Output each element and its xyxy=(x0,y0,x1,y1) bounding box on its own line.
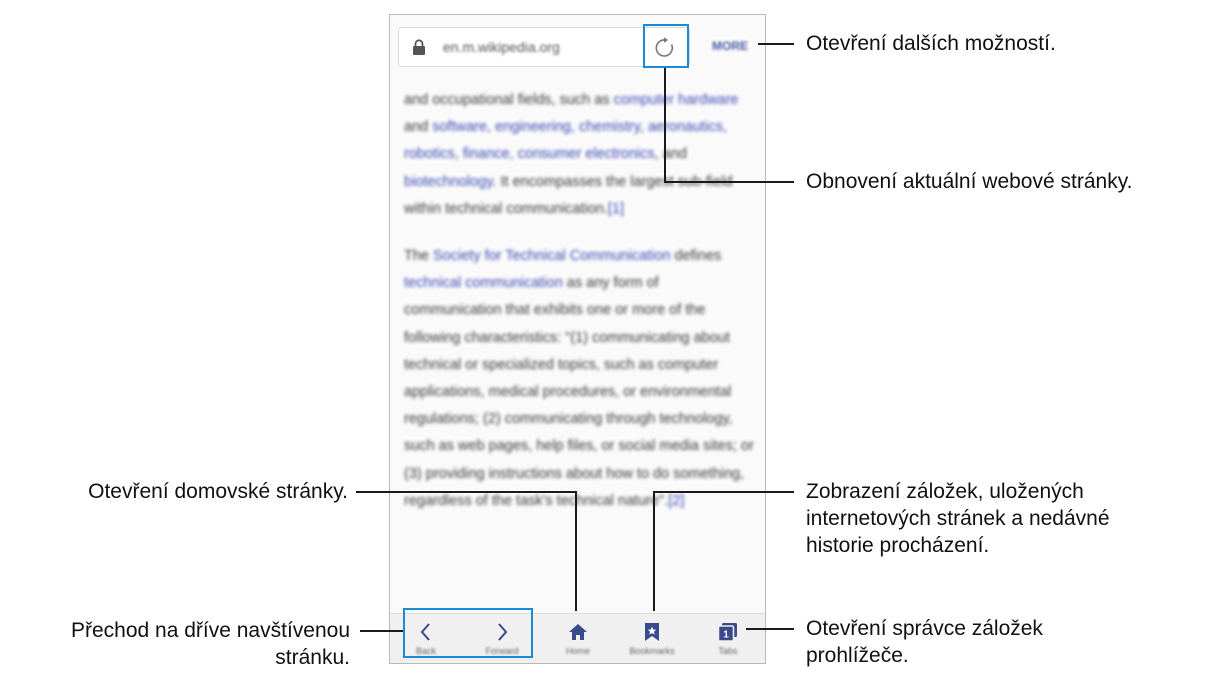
more-button[interactable]: MORE xyxy=(712,39,748,53)
tabs-callout-line xyxy=(746,628,794,630)
article-text: The xyxy=(404,248,434,265)
article-link[interactable]: computer hardware xyxy=(614,92,739,108)
callout-bookmarks-line3: historie procházení. xyxy=(806,534,990,557)
article-paragraph: The Society for Technical Communication … xyxy=(404,243,756,515)
article-link[interactable]: [2] xyxy=(668,493,684,509)
bookmark-icon xyxy=(645,623,659,641)
refresh-callout-line-v xyxy=(664,68,666,182)
url-text: en.m.wikipedia.org xyxy=(443,39,560,55)
callout-refresh: Obnovení aktuální webové stránky. xyxy=(806,170,1133,193)
bookmarks-callout-line-v xyxy=(653,491,655,611)
svg-text:1: 1 xyxy=(723,630,729,641)
callout-back-forward-line2: stránku. xyxy=(275,646,350,669)
article-text: and xyxy=(404,119,433,136)
article-text: as any form of communication that exhibi… xyxy=(404,275,754,509)
tabs-button[interactable]: 1 Tabs xyxy=(698,614,758,663)
home-callout-line-v xyxy=(575,491,577,611)
callout-bookmarks-line1: Zobrazení záložek, uložených xyxy=(806,480,1084,503)
back-forward-callout-line xyxy=(360,630,403,632)
callout-tabs: Otevření správce záložek prohlížeče. xyxy=(806,615,1043,669)
callout-tabs-line2: prohlížeče. xyxy=(806,644,909,667)
home-icon xyxy=(569,624,587,640)
refresh-callout-line-h xyxy=(664,181,794,183)
callout-bookmarks-line2: internetových stránek a nedávné xyxy=(806,507,1110,530)
callout-more: Otevření dalších možností. xyxy=(806,32,1056,55)
article-link[interactable]: consumer electronics xyxy=(518,146,655,162)
bookmarks-callout-line-h xyxy=(653,491,794,493)
article-paragraph: and occupational fields, such as compute… xyxy=(404,87,756,223)
back-forward-highlight xyxy=(403,608,533,658)
callout-bookmarks: Zobrazení záložek, uložených internetový… xyxy=(806,478,1110,559)
more-callout-line xyxy=(758,43,794,45)
article-link[interactable]: biotechnology xyxy=(404,174,492,190)
home-label: Home xyxy=(565,646,590,656)
article-link[interactable]: technical communication xyxy=(404,275,563,291)
home-button[interactable]: Home xyxy=(548,614,608,663)
bookmarks-button[interactable]: Bookmarks xyxy=(622,614,682,663)
callout-home: Otevření domovské stránky. xyxy=(88,480,348,503)
bookmarks-label: Bookmarks xyxy=(629,646,675,656)
article-link[interactable]: Society for Technical Communication xyxy=(433,248,670,264)
browser-screen: en.m.wikipedia.org MORE and occupational… xyxy=(389,14,766,664)
callout-back-forward-line1: Přechod na dříve navštívenou xyxy=(70,619,350,642)
lock-icon xyxy=(413,39,425,55)
tabs-icon: 1 xyxy=(717,623,737,642)
article-text: and occupational fields, such as xyxy=(404,92,614,108)
article-text: defines xyxy=(670,248,722,265)
refresh-highlight xyxy=(643,24,689,68)
article-text: , and xyxy=(654,146,687,163)
tabs-label: Tabs xyxy=(718,646,738,656)
callout-tabs-line1: Otevření správce záložek xyxy=(806,617,1043,640)
article-link[interactable]: software, engineering, xyxy=(432,119,575,135)
callout-back-forward: Přechod na dříve navštívenou stránku. xyxy=(0,617,350,671)
article-link[interactable]: [1] xyxy=(608,201,624,217)
page-content: and occupational fields, such as compute… xyxy=(404,87,756,535)
home-callout-line-h xyxy=(356,491,576,493)
